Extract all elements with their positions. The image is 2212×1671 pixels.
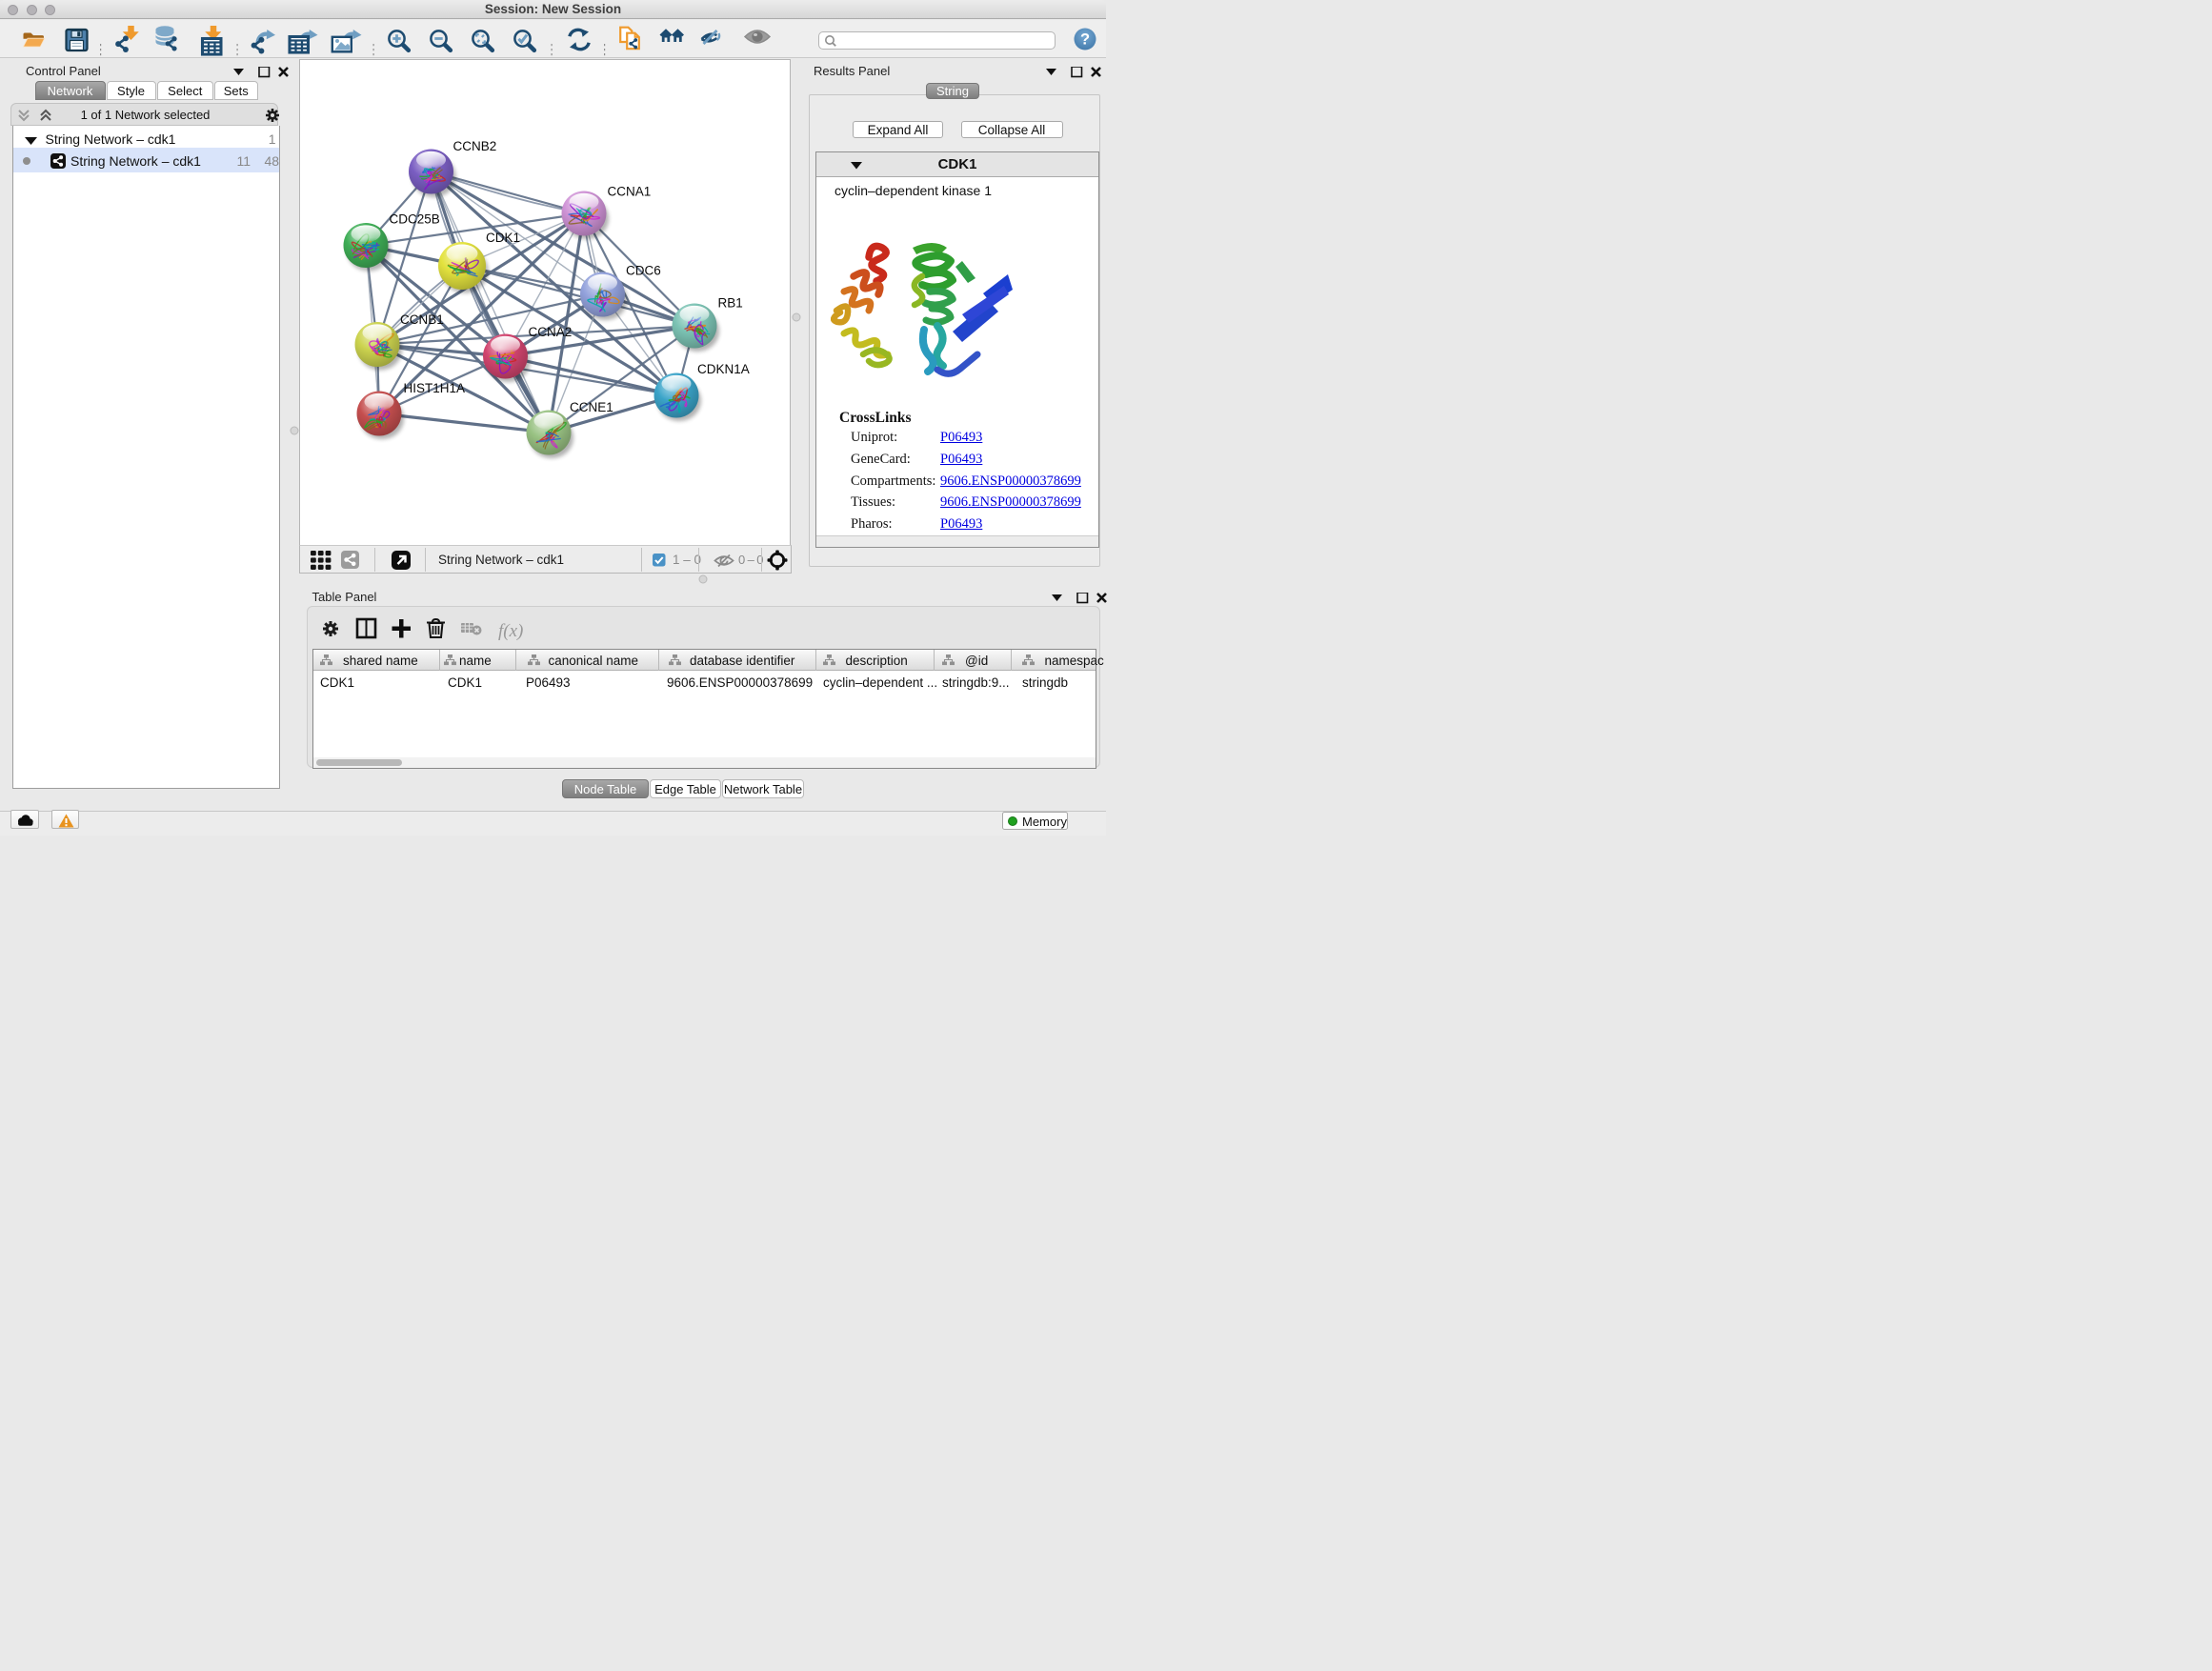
svg-text:CDC6: CDC6 [626, 264, 661, 278]
svg-text:CCNE1: CCNE1 [570, 400, 613, 414]
svg-text:f(x): f(x) [498, 621, 523, 641]
svg-text:CDC25B: CDC25B [390, 212, 440, 227]
svg-text:CDK1: CDK1 [486, 231, 520, 245]
svg-text:RB1: RB1 [718, 296, 743, 311]
svg-text:CCNA2: CCNA2 [529, 325, 573, 339]
svg-text:HIST1H1A: HIST1H1A [404, 381, 466, 395]
svg-text:CCNB1: CCNB1 [400, 312, 444, 327]
svg-text:CCNB2: CCNB2 [453, 139, 497, 153]
svg-text:CCNA1: CCNA1 [608, 185, 652, 199]
svg-text:?: ? [1080, 31, 1090, 49]
svg-text:CDKN1A: CDKN1A [697, 362, 750, 376]
